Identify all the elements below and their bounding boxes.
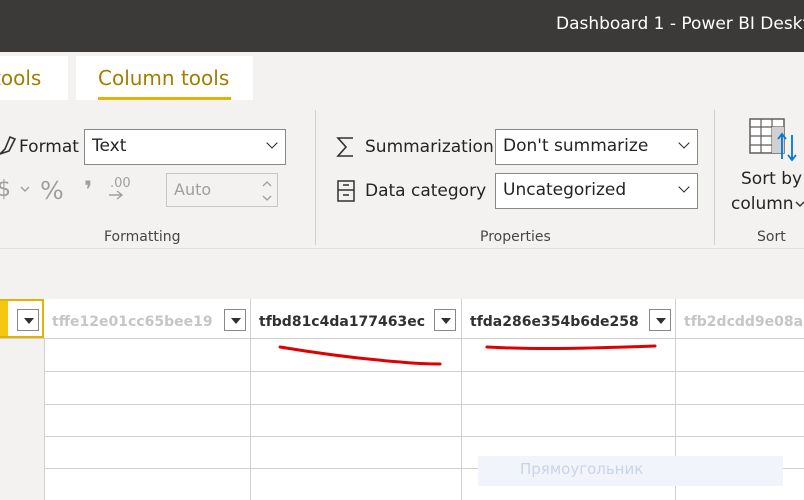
sort-by-label[interactable]: Sort by xyxy=(741,169,802,189)
tab-column-tools-label: Column tools xyxy=(98,66,230,90)
decimal-places-input[interactable]: Auto xyxy=(166,173,278,207)
column-divider xyxy=(250,339,251,500)
sort-by-column-icon[interactable] xyxy=(748,117,800,163)
ribbon-separator xyxy=(714,110,715,245)
formula-bar-area xyxy=(0,249,804,299)
tab-table-tools-label: tools xyxy=(0,66,42,90)
row-header-strip xyxy=(0,339,44,500)
format-label: Format xyxy=(19,137,79,157)
column-filter-button[interactable] xyxy=(17,309,39,331)
data-category-dropdown-value: Uncategorized xyxy=(503,180,627,200)
currency-dropdown-chevron-icon[interactable] xyxy=(20,184,30,194)
summarization-dropdown-value: Don't summarize xyxy=(503,136,649,156)
format-dropdown-value: Text xyxy=(92,136,127,156)
properties-group-label: Properties xyxy=(480,229,551,245)
active-tab-indicator xyxy=(98,97,231,100)
currency-button[interactable]: $ xyxy=(0,177,11,202)
row-divider xyxy=(0,404,804,405)
chevron-down-icon xyxy=(266,137,278,149)
formatting-group-label: Formatting xyxy=(104,229,181,245)
decimal-places-placeholder: Auto xyxy=(174,180,212,199)
sort-column-label[interactable]: column xyxy=(731,194,794,214)
data-category-dropdown[interactable]: Uncategorized xyxy=(495,173,698,209)
column-divider xyxy=(461,339,462,500)
column-filter-button[interactable] xyxy=(434,309,456,331)
column-filter-button[interactable] xyxy=(224,309,246,331)
row-divider xyxy=(0,436,804,437)
chevron-down-icon[interactable] xyxy=(795,199,804,209)
chevron-down-icon xyxy=(678,137,690,149)
column-divider xyxy=(44,339,45,500)
decimal-places-arrow-icon[interactable] xyxy=(108,188,134,202)
column-header-name: tfb2dcdd9e08a xyxy=(684,314,804,330)
ribbon-separator xyxy=(315,110,316,245)
column-header-name: tfbd81c4da177463ec xyxy=(259,314,426,330)
sort-group-label: Sort xyxy=(757,229,786,245)
summarization-label: Summarization xyxy=(365,137,494,157)
ghost-rectangle-text: Прямоугольник xyxy=(520,460,644,478)
data-category-icon xyxy=(337,180,355,202)
spinner-arrows-icon[interactable] xyxy=(261,178,273,204)
percent-button[interactable]: % xyxy=(40,176,64,205)
column-header-name: tffe12e01cc65bee19 xyxy=(52,314,213,330)
row-divider xyxy=(0,371,804,372)
data-category-label: Data category xyxy=(365,181,487,201)
column-filter-button[interactable] xyxy=(649,309,671,331)
format-brush-icon xyxy=(0,135,17,155)
column-header-name: tfda286e354b6de258 xyxy=(470,314,639,330)
comma-style-button[interactable]: ❜ xyxy=(84,176,92,204)
sigma-icon xyxy=(336,137,353,157)
window-title: Dashboard 1 - Power BI Deskt xyxy=(556,14,804,34)
summarization-dropdown[interactable]: Don't summarize xyxy=(495,129,698,165)
format-dropdown[interactable]: Text xyxy=(84,129,286,165)
chevron-down-icon xyxy=(678,181,690,193)
